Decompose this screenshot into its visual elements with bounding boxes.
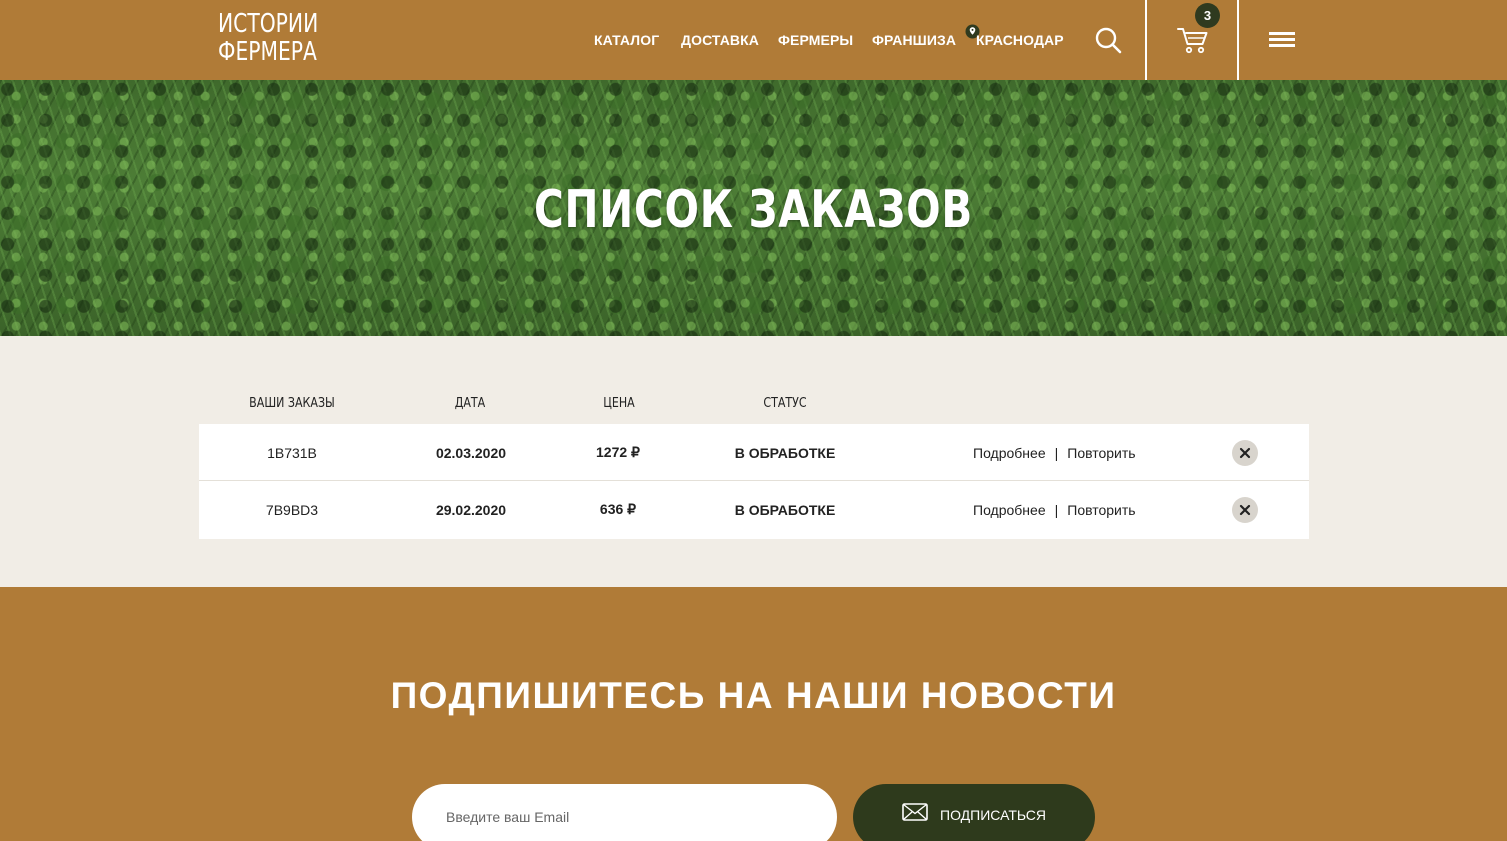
envelope-icon (902, 803, 928, 821)
order-price: 636 ₽ (599, 501, 637, 517)
nav-item-catalog[interactable]: КАТАЛОГ (594, 0, 659, 80)
city-selector[interactable]: КРАСНОДАР (976, 0, 1064, 80)
order-actions: Подробнее | Повторить (973, 424, 1136, 481)
logo-line-2: ФЕРМЕРА (218, 37, 317, 67)
repeat-link[interactable]: Повторить (1067, 445, 1135, 461)
site-header: ИСТОРИИ ФЕРМЕРА КАТАЛОГ ДОСТАВКА ФЕРМЕРЫ… (0, 0, 1507, 80)
column-header-date: ДАТА (454, 396, 486, 411)
order-status: В ОБРАБОТКЕ (734, 444, 836, 461)
search-icon[interactable] (1094, 26, 1122, 54)
order-number: 7B9BD3 (265, 501, 319, 518)
delete-order-button[interactable] (1232, 497, 1258, 523)
subscribe-title: ПОДПИШИТЕСЬ НА НАШИ НОВОСТИ (390, 675, 1117, 716)
details-link[interactable]: Подробнее (973, 502, 1046, 518)
column-header-status: СТАТУС (763, 396, 807, 411)
nav-link-franchise[interactable]: ФРАНШИЗА (872, 32, 956, 48)
subscribe-button[interactable]: ПОДПИСАТЬСЯ (853, 784, 1095, 841)
order-price: 1272 ₽ (596, 444, 640, 460)
header-divider (1145, 0, 1147, 80)
menu-icon-bar (1269, 44, 1295, 47)
hero-banner: СПИСОК ЗАКАЗОВ (0, 80, 1507, 336)
order-number: 1B731B (267, 444, 317, 461)
actions-separator: | (1054, 444, 1059, 461)
actions-separator: | (1054, 501, 1059, 518)
menu-icon[interactable] (1269, 32, 1295, 48)
nav-link-farmers[interactable]: ФЕРМЕРЫ (778, 32, 853, 48)
header-divider (1237, 0, 1239, 80)
table-row: 7B9BD3 29.02.2020 636 ₽ В ОБРАБОТКЕ Подр… (199, 481, 1309, 539)
close-icon (1239, 447, 1251, 459)
logo-line-1: ИСТОРИИ (218, 9, 319, 39)
subscribe-button-label: ПОДПИСАТЬСЯ (940, 807, 1046, 823)
delete-order-button[interactable] (1232, 440, 1258, 466)
cart-count-badge: 3 (1195, 3, 1220, 28)
nav-link-catalog[interactable]: КАТАЛОГ (594, 32, 659, 48)
table-row: 1B731B 02.03.2020 1272 ₽ В ОБРАБОТКЕ Под… (199, 424, 1309, 481)
order-actions: Подробнее | Повторить (973, 481, 1136, 538)
cart-icon[interactable] (1176, 24, 1210, 56)
close-icon (1239, 504, 1251, 516)
order-date: 29.02.2020 (435, 501, 507, 518)
nav-item-farmers[interactable]: ФЕРМЕРЫ (778, 0, 853, 80)
subscribe-section: ПОДПИШИТЕСЬ НА НАШИ НОВОСТИ ПОДПИСАТЬСЯ (0, 587, 1507, 841)
repeat-link[interactable]: Повторить (1067, 502, 1135, 518)
nav-item-delivery[interactable]: ДОСТАВКА (681, 0, 759, 80)
details-link[interactable]: Подробнее (973, 445, 1046, 461)
email-input[interactable] (412, 784, 837, 841)
order-date: 02.03.2020 (435, 444, 507, 461)
menu-icon-bar (1269, 32, 1295, 35)
order-status: В ОБРАБОТКЕ (734, 501, 836, 518)
menu-icon-bar (1269, 38, 1295, 41)
nav-item-franchise[interactable]: ФРАНШИЗА (872, 0, 956, 80)
column-header-orders: ВАШИ ЗАКАЗЫ (249, 396, 335, 411)
logo[interactable]: ИСТОРИИ ФЕРМЕРА (218, 10, 328, 70)
city-link[interactable]: КРАСНОДАР (976, 32, 1064, 48)
nav-link-delivery[interactable]: ДОСТАВКА (681, 32, 759, 48)
column-header-price: ЦЕНА (603, 396, 635, 411)
page-title: СПИСОК ЗАКАЗОВ (533, 180, 974, 240)
orders-table: 1B731B 02.03.2020 1272 ₽ В ОБРАБОТКЕ Под… (199, 424, 1309, 539)
